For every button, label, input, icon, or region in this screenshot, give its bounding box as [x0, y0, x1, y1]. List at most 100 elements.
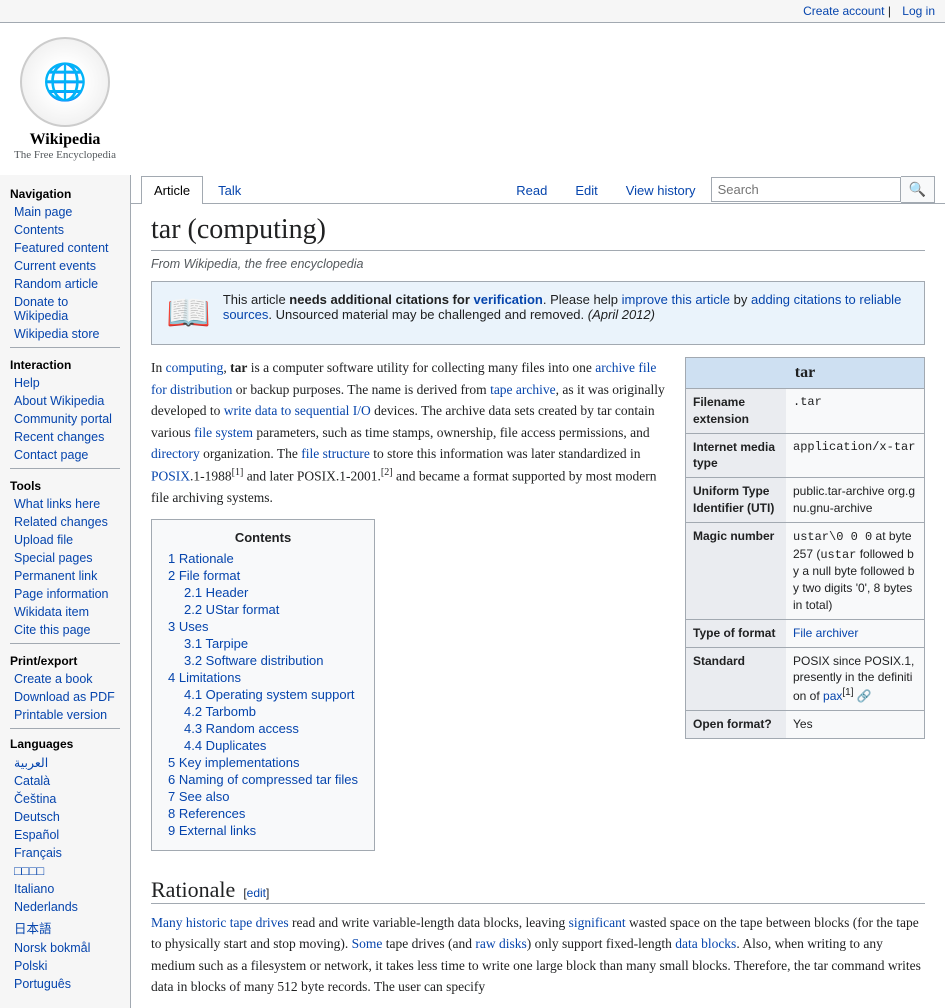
file-structure-link[interactable]: file structure: [301, 446, 370, 461]
sidebar-item-wikidata-item[interactable]: Wikidata item: [0, 603, 130, 621]
toc-link-6[interactable]: 6 Naming of compressed tar files: [168, 772, 358, 787]
infobox-label-magic: Magic number: [686, 523, 786, 619]
computing-link[interactable]: computing: [166, 360, 224, 375]
sidebar-item-printable-version[interactable]: Printable version: [0, 706, 130, 724]
search-bar: Read Edit View history 🔍: [503, 175, 935, 203]
languages-section-title: Languages: [0, 733, 130, 753]
page-title: tar (computing): [151, 214, 925, 251]
sidebar-item-lang-jp1[interactable]: □□□□: [0, 862, 130, 880]
many-historic-link[interactable]: Many historic: [151, 915, 226, 930]
sidebar-item-cite-this-page[interactable]: Cite this page: [0, 621, 130, 639]
search-button[interactable]: 🔍: [901, 176, 935, 203]
log-in-link[interactable]: Log in: [902, 4, 935, 18]
sidebar-item-featured-content[interactable]: Featured content: [0, 239, 130, 257]
notice-box: 📖 This article needs additional citation…: [151, 281, 925, 345]
sidebar: Navigation Main page Contents Featured c…: [0, 175, 130, 1008]
sidebar-item-about[interactable]: About Wikipedia: [0, 392, 130, 410]
toc-link-3-1[interactable]: 3.1 Tarpipe: [184, 636, 248, 651]
io-link[interactable]: I/O: [353, 403, 371, 418]
tab-edit[interactable]: Edit: [562, 176, 610, 204]
improve-link[interactable]: improve this article: [622, 292, 730, 307]
toc-link-4-3[interactable]: 4.3 Random access: [184, 721, 299, 736]
file-system-link[interactable]: file system: [194, 425, 253, 440]
toc-link-5[interactable]: 5 Key implementations: [168, 755, 300, 770]
toc-link-3-2[interactable]: 3.2 Software distribution: [184, 653, 323, 668]
sidebar-item-community-portal[interactable]: Community portal: [0, 410, 130, 428]
tab-talk[interactable]: Talk: [205, 176, 254, 204]
sidebar-item-contents[interactable]: Contents: [0, 221, 130, 239]
file-archiver-link[interactable]: File archiver: [793, 626, 858, 640]
toc-subitem-4-4: 4.4 Duplicates: [184, 738, 358, 753]
toc-link-8[interactable]: 8 References: [168, 806, 245, 821]
sidebar-item-lang-it[interactable]: Italiano: [0, 880, 130, 898]
sidebar-item-special-pages[interactable]: Special pages: [0, 549, 130, 567]
tab-read[interactable]: Read: [503, 176, 560, 204]
create-account-link[interactable]: Create account: [803, 4, 884, 18]
sidebar-item-lang-nl[interactable]: Nederlands: [0, 898, 130, 916]
toc-link-4-1[interactable]: 4.1 Operating system support: [184, 687, 355, 702]
search-input[interactable]: [711, 177, 901, 202]
sidebar-item-recent-changes[interactable]: Recent changes: [0, 428, 130, 446]
pax-link[interactable]: pax: [823, 689, 842, 703]
toc-link-1[interactable]: 1 Rationale: [168, 551, 234, 566]
significant-link[interactable]: significant: [569, 915, 626, 930]
rationale-edit-link[interactable]: edit: [247, 886, 266, 900]
toc-link-7[interactable]: 7 See also: [168, 789, 229, 804]
sidebar-item-donate[interactable]: Donate to Wikipedia: [0, 293, 130, 325]
toc-link-4-4[interactable]: 4.4 Duplicates: [184, 738, 266, 753]
ref1: [1]: [232, 467, 244, 478]
sidebar-item-download-pdf[interactable]: Download as PDF: [0, 688, 130, 706]
tab-article[interactable]: Article: [141, 176, 203, 204]
infobox-value-filename: .tar: [786, 389, 829, 433]
sidebar-item-current-events[interactable]: Current events: [0, 257, 130, 275]
write-data-link[interactable]: write data to sequential: [224, 403, 350, 418]
toc-link-2[interactable]: 2 File format: [168, 568, 240, 583]
sidebar-item-lang-fr[interactable]: Français: [0, 844, 130, 862]
data-blocks-link[interactable]: data blocks: [675, 936, 736, 951]
sidebar-item-main-page[interactable]: Main page: [0, 203, 130, 221]
sidebar-item-page-information[interactable]: Page information: [0, 585, 130, 603]
sidebar-item-lang-pl[interactable]: Polski: [0, 957, 130, 975]
raw-disks-link[interactable]: raw disks: [475, 936, 526, 951]
directory-link[interactable]: directory: [151, 446, 200, 461]
posix-link[interactable]: POSIX: [151, 468, 190, 483]
archive-link[interactable]: archive file for distribution: [151, 360, 656, 397]
toc-link-4[interactable]: 4 Limitations: [168, 670, 241, 685]
sidebar-item-create-book[interactable]: Create a book: [0, 670, 130, 688]
toc-link-3[interactable]: 3 Uses: [168, 619, 208, 634]
site-name: Wikipedia: [30, 131, 101, 149]
sidebar-item-lang-pt[interactable]: Português: [0, 975, 130, 993]
sidebar-item-lang-de[interactable]: Deutsch: [0, 808, 130, 826]
sidebar-item-lang-ar[interactable]: العربية: [0, 753, 130, 772]
tape-archive-link[interactable]: tape archive: [490, 382, 556, 397]
sidebar-item-contact[interactable]: Contact page: [0, 446, 130, 464]
sidebar-item-related-changes[interactable]: Related changes: [0, 513, 130, 531]
tools-section-title: Tools: [0, 473, 130, 495]
rationale-edit: [edit]: [243, 886, 269, 900]
toc-box: Contents 1 Rationale 2 File format 2.1 H…: [151, 519, 375, 851]
toc-subitem-4-3: 4.3 Random access: [184, 721, 358, 736]
tape-drives-link[interactable]: tape drives: [230, 915, 289, 930]
sidebar-item-upload-file[interactable]: Upload file: [0, 531, 130, 549]
toc-link-2-1[interactable]: 2.1 Header: [184, 585, 248, 600]
sidebar-item-lang-ca[interactable]: Català: [0, 772, 130, 790]
sidebar-item-lang-ja[interactable]: 日本語: [0, 916, 130, 939]
sidebar-item-lang-nb[interactable]: Norsk bokmål: [0, 939, 130, 957]
toc-link-9[interactable]: 9 External links: [168, 823, 256, 838]
sidebar-item-wikipedia-store[interactable]: Wikipedia store: [0, 325, 130, 343]
toc-subitem-3-1: 3.1 Tarpipe: [184, 636, 358, 651]
sidebar-item-random-article[interactable]: Random article: [0, 275, 130, 293]
sidebar-item-lang-cs[interactable]: Čeština: [0, 790, 130, 808]
sidebar-item-lang-es[interactable]: Español: [0, 826, 130, 844]
some-link[interactable]: Some: [352, 936, 383, 951]
sidebar-item-what-links-here[interactable]: What links here: [0, 495, 130, 513]
toc-link-4-2[interactable]: 4.2 Tarbomb: [184, 704, 256, 719]
tab-view-history[interactable]: View history: [613, 176, 709, 204]
verification-link[interactable]: verification: [474, 292, 543, 307]
main-wrapper: Navigation Main page Contents Featured c…: [0, 175, 945, 1008]
sidebar-item-permanent-link[interactable]: Permanent link: [0, 567, 130, 585]
toc-item-2: 2 File format: [168, 568, 358, 583]
sidebar-item-help[interactable]: Help: [0, 374, 130, 392]
rationale-heading: Rationale [edit]: [151, 877, 925, 904]
toc-link-2-2[interactable]: 2.2 UStar format: [184, 602, 279, 617]
